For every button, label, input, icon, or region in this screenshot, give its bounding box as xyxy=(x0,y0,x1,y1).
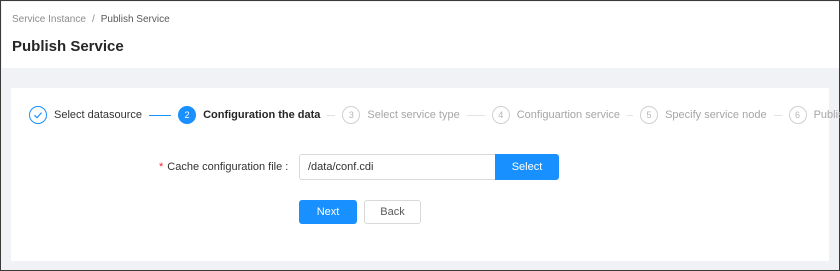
breadcrumb: Service Instance / Publish Service xyxy=(12,14,170,25)
step-configuration-data: 2 Configuration the data xyxy=(178,106,320,124)
app-frame: Service Instance / Publish Service Publi… xyxy=(0,0,840,271)
cache-file-input[interactable] xyxy=(299,154,495,180)
step-label: Select datasource xyxy=(54,109,143,121)
step-number: 2 xyxy=(178,106,197,124)
page-title: Publish Service xyxy=(12,38,124,55)
step-number: 6 xyxy=(788,106,807,124)
cache-config-label: * Cache configuration file : xyxy=(159,161,288,173)
step-connector xyxy=(773,114,782,116)
cache-file-input-group: Select xyxy=(299,154,559,180)
wizard-actions: Next Back xyxy=(299,200,421,224)
step-publish: 6 Publish xyxy=(788,106,840,124)
step-specify-service-node: 5 Specify service node xyxy=(640,106,767,124)
page-header: Service Instance / Publish Service Publi… xyxy=(2,2,839,68)
breadcrumb-item-publish-service: Publish Service xyxy=(100,14,170,25)
step-connector xyxy=(466,114,485,116)
wizard-card: Select datasource 2 Configuration the da… xyxy=(11,88,840,261)
required-mark: * xyxy=(159,161,164,173)
check-icon xyxy=(29,106,47,124)
step-number: 4 xyxy=(491,106,510,124)
select-file-button[interactable]: Select xyxy=(495,154,559,180)
step-configuration-service: 4 Configuartion service xyxy=(491,106,621,124)
step-select-datasource: Select datasource xyxy=(29,106,142,124)
step-label: Configuartion service xyxy=(516,109,621,121)
step-connector xyxy=(627,114,634,116)
step-connector xyxy=(327,114,336,116)
step-label: Select service type xyxy=(367,109,460,121)
step-number: 3 xyxy=(342,106,361,124)
step-number: 5 xyxy=(640,106,659,124)
step-label: Publish xyxy=(813,109,840,121)
next-button[interactable]: Next xyxy=(299,200,357,224)
step-select-service-type: 3 Select service type xyxy=(342,106,460,124)
step-label: Configuration the data xyxy=(203,109,321,121)
step-connector xyxy=(149,114,172,116)
step-label: Specify service node xyxy=(665,109,767,121)
back-button[interactable]: Back xyxy=(364,200,421,224)
cache-config-label-text: Cache configuration file : xyxy=(167,161,289,173)
breadcrumb-item-service-instance[interactable]: Service Instance xyxy=(12,14,86,25)
breadcrumb-separator: / xyxy=(91,14,95,25)
steps-bar: Select datasource 2 Configuration the da… xyxy=(29,104,840,126)
cache-config-row: *Cache configuration file : Select xyxy=(159,154,559,180)
